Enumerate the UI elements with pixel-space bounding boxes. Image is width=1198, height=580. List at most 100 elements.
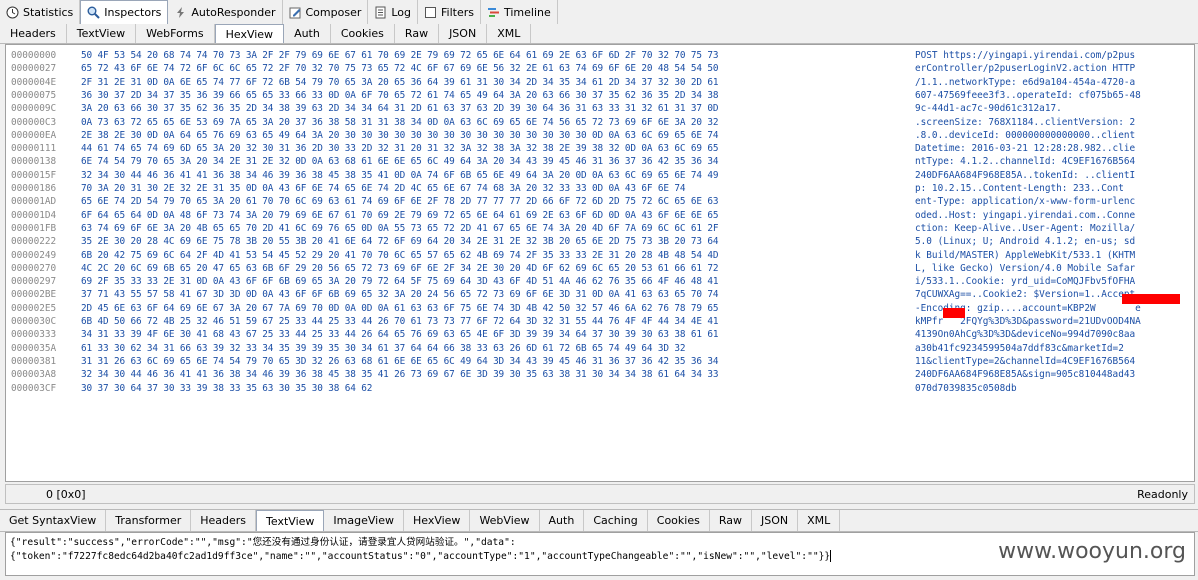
hex-offset: 0000015F xyxy=(11,169,57,181)
tab-log[interactable]: Log xyxy=(368,0,419,24)
hex-offset: 00000075 xyxy=(11,89,57,101)
request-tab-raw[interactable]: Raw xyxy=(395,24,440,43)
hex-bytes: 61 33 30 62 34 31 66 63 39 32 33 34 35 3… xyxy=(81,342,686,354)
hex-ascii: 070d7039835c0508db xyxy=(915,382,1017,394)
hex-ascii: 5.0 (Linux; U; Android 4.1.2; en-us; sd xyxy=(915,236,1136,248)
hex-ascii: L, like Gecko) Version/4.0 Mobile Safar xyxy=(915,262,1136,274)
response-tab-xml[interactable]: XML xyxy=(798,510,841,531)
hex-ascii: 4139On0AhCg%3D%3D&deviceNo=994d7090c8aa xyxy=(915,329,1136,341)
hex-bytes: 50 4F 53 54 20 68 74 74 70 73 3A 2F 2F 7… xyxy=(81,50,719,61)
hex-ascii: erController/p2puserLoginV2.action HTTP xyxy=(915,63,1136,75)
hex-bytes: 35 2E 30 20 28 4C 69 6E 75 78 3B 20 55 3… xyxy=(81,236,719,248)
hex-offset: 00000138 xyxy=(11,156,57,168)
hex-ascii: i/533.1..Cookie: yrd_uid=CoMQJFbv5fOFHA xyxy=(915,276,1136,288)
readonly-indicator: Readonly xyxy=(1137,487,1188,501)
hex-bytes: 65 6E 74 2D 54 79 70 65 3A 20 61 70 70 6… xyxy=(81,196,719,208)
text-caret xyxy=(830,550,832,562)
hex-bytes: 0A 73 63 72 65 65 6E 53 69 7A 65 3A 20 3… xyxy=(81,116,719,128)
hex-offset: 0000009C xyxy=(11,103,57,115)
tab-label: Timeline xyxy=(504,5,551,19)
hex-offset: 000000EA xyxy=(11,129,57,141)
hex-offset: 00000111 xyxy=(11,143,57,155)
request-tab-textview[interactable]: TextView xyxy=(67,24,137,43)
hex-ascii: k Build/MASTER) AppleWebKit/533.1 (KHTM xyxy=(915,249,1136,261)
hex-bytes: 37 71 43 55 57 58 41 67 3D 3D 0D 0A 43 6… xyxy=(81,289,719,301)
tab-label: Statistics xyxy=(23,5,74,19)
hex-bytes: 32 34 30 44 46 36 41 41 36 38 34 46 39 3… xyxy=(81,369,719,381)
request-tab-xml[interactable]: XML xyxy=(487,24,532,43)
pencil-icon xyxy=(289,6,302,19)
tab-filters[interactable]: Filters xyxy=(418,0,481,24)
hex-bytes: 6F 64 65 64 0D 0A 48 6F 73 74 3A 20 79 6… xyxy=(81,209,719,221)
hex-offset: 000003CF xyxy=(11,382,57,394)
hex-ascii: /1.1..networkType: e6d9a104-454a-4720-a xyxy=(915,76,1136,88)
request-tab-json[interactable]: JSON xyxy=(439,24,488,43)
hex-ascii: 9c-44d1-ac7c-90d61c312a17. xyxy=(915,103,1062,115)
hex-bytes: 36 30 37 2D 34 37 35 36 39 66 65 65 33 6… xyxy=(81,89,719,101)
response-tab-textview[interactable]: TextView xyxy=(256,510,325,531)
tab-composer[interactable]: Composer xyxy=(283,0,369,24)
tab-autoresponder[interactable]: AutoResponder xyxy=(168,0,283,24)
tab-label: Log xyxy=(391,5,412,19)
hex-bytes: 32 34 30 44 46 36 41 41 36 38 34 46 39 3… xyxy=(81,169,719,181)
hex-offset: 000002BE xyxy=(11,289,57,301)
hex-ascii: ent-Type: application/x-www-form-urlenc xyxy=(915,196,1136,208)
request-tab-headers[interactable]: Headers xyxy=(0,24,67,43)
watermark: www.wooyun.org xyxy=(998,539,1186,564)
request-tab-auth[interactable]: Auth xyxy=(284,24,331,43)
hex-bytes: 3A 20 63 66 30 37 35 62 36 35 2D 34 38 3… xyxy=(81,103,719,115)
hex-offset: 0000004E xyxy=(11,76,57,88)
tab-label: AutoResponder xyxy=(191,5,276,19)
clock-icon xyxy=(6,6,19,19)
hex-offset: 000001D4 xyxy=(11,209,57,221)
log-icon xyxy=(374,6,387,19)
hex-offset: 00000000 xyxy=(11,50,57,61)
hex-offset: 000000C3 xyxy=(11,116,57,128)
request-tab-cookies[interactable]: Cookies xyxy=(331,24,395,43)
tab-statistics[interactable]: Statistics xyxy=(0,0,81,24)
hex-ascii: oded..Host: yingapi.yirendai.com..Conne xyxy=(915,209,1136,221)
hex-ascii: 240DF6AA684F968E85A..tokenId: ..clientI xyxy=(915,169,1136,181)
response-tab-cookies[interactable]: Cookies xyxy=(648,510,710,531)
response-tab-hexview[interactable]: HexView xyxy=(404,510,471,531)
hex-bytes: 2E 38 2E 30 0D 0A 64 65 76 69 63 65 49 6… xyxy=(81,129,719,141)
hex-ascii: .screenSize: 768X1184..clientVersion: 2 xyxy=(915,116,1136,128)
hex-bytes: 6B 20 42 75 69 6C 64 2F 4D 41 53 54 45 5… xyxy=(81,249,719,261)
hex-offset: 00000027 xyxy=(11,63,57,75)
hex-bytes: 69 2F 35 33 33 2E 31 0D 0A 43 6F 6F 6B 6… xyxy=(81,276,719,288)
hex-offset: 000003A8 xyxy=(11,369,57,381)
hex-view-panel[interactable]: 000003CF 30 37 30 64 37 30 33 39 38 33 35… xyxy=(5,44,1195,482)
tab-label: Composer xyxy=(305,5,362,19)
hex-status-bar: 0 [0x0] Readonly xyxy=(5,484,1195,504)
checkbox-icon xyxy=(424,6,437,19)
response-tab-headers[interactable]: Headers xyxy=(191,510,257,531)
response-tab-json[interactable]: JSON xyxy=(752,510,799,531)
hex-bytes: 4C 2C 20 6C 69 6B 65 20 47 65 63 6B 6F 2… xyxy=(81,262,719,274)
hex-bytes: 31 31 26 63 6C 69 65 6E 74 54 79 70 65 3… xyxy=(81,355,719,367)
hex-bytes: 65 72 43 6F 6E 74 72 6F 6C 6C 65 72 2F 7… xyxy=(81,63,719,75)
hex-offset: 0000035A xyxy=(11,342,57,354)
hex-offset: 00000333 xyxy=(11,329,57,341)
hex-bytes: 2F 31 2E 31 0D 0A 6E 65 74 77 6F 72 6B 5… xyxy=(81,76,719,88)
lightning-icon xyxy=(174,6,187,19)
hex-offset: 000002E5 xyxy=(11,302,57,314)
request-tab-webforms[interactable]: WebForms xyxy=(136,24,215,43)
tab-timeline[interactable]: Timeline xyxy=(481,0,558,24)
hex-bytes: 63 74 69 6F 6E 3A 20 4B 65 65 70 2D 41 6… xyxy=(81,222,719,234)
hex-ascii: Datetime: 2016-03-21 12:28:28.982..clie xyxy=(915,143,1136,155)
response-tab-get-syntaxview[interactable]: Get SyntaxView xyxy=(0,510,107,531)
response-tab-transformer[interactable]: Transformer xyxy=(106,510,192,531)
tab-inspectors[interactable]: Inspectors xyxy=(80,0,169,24)
tab-label: Inspectors xyxy=(104,6,162,19)
response-line-2: {"token":"f7227fc8edc64d2ba40fc2ad1d9ff3… xyxy=(10,551,831,562)
response-tab-imageview[interactable]: ImageView xyxy=(324,510,404,531)
response-tab-caching[interactable]: Caching xyxy=(584,510,648,531)
request-tab-hexview[interactable]: HexView xyxy=(214,24,285,43)
hex-ascii: 11&clientType=2&channelId=4C9EF1676B564 xyxy=(915,355,1136,367)
response-tab-raw[interactable]: Raw xyxy=(710,510,752,531)
hex-offset: 00000297 xyxy=(11,276,57,288)
response-tab-webview[interactable]: WebView xyxy=(470,510,540,531)
hex-ascii: 607-47569feee3f3..operateId: cf075b65-48 xyxy=(915,89,1141,101)
hex-ascii: p: 10.2.15..Content-Length: 233..Cont xyxy=(915,183,1124,194)
response-tab-auth[interactable]: Auth xyxy=(540,510,585,531)
